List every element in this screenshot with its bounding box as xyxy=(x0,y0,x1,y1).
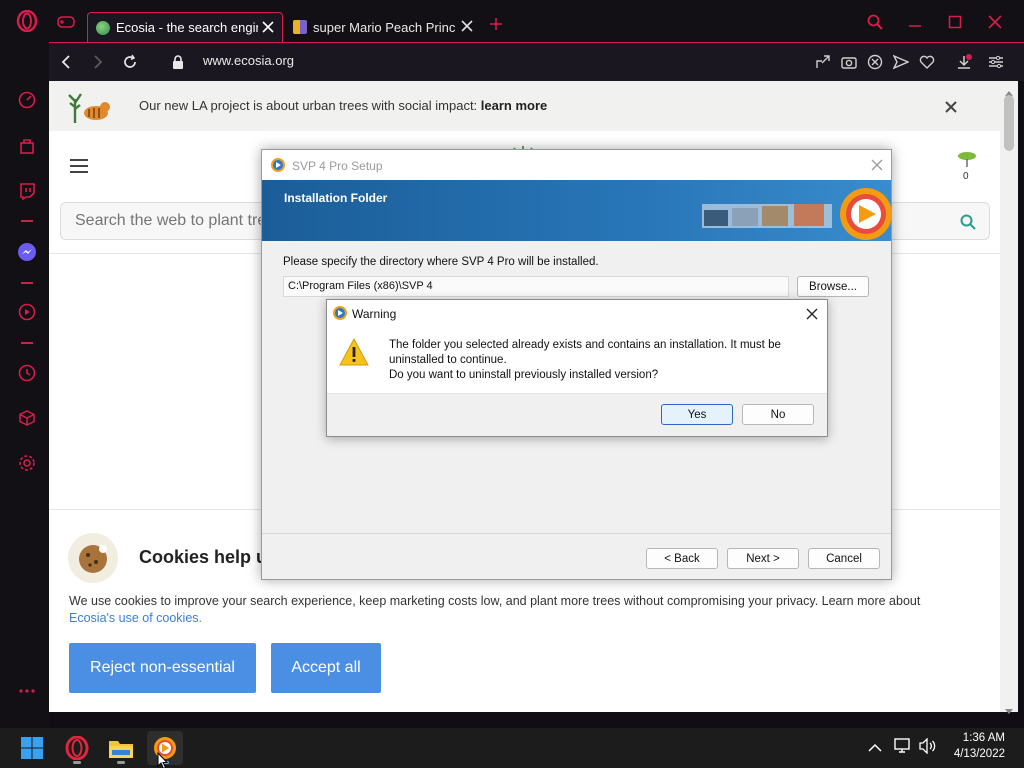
svp-app-icon xyxy=(270,157,286,178)
tree-counter-icon[interactable] xyxy=(957,151,977,172)
setup-footer-divider xyxy=(262,533,891,534)
setup-heading: Installation Folder xyxy=(284,191,388,205)
search-input[interactable] xyxy=(75,212,275,230)
forward-icon[interactable] xyxy=(89,53,107,71)
opera-sidebar xyxy=(0,0,49,728)
close-tab-icon[interactable] xyxy=(461,20,473,35)
scrollbar-thumb[interactable] xyxy=(1004,95,1014,151)
twitch-icon[interactable] xyxy=(16,180,38,202)
banner-text: Our new LA project is about urban trees … xyxy=(139,98,548,113)
taskbar-opera-icon[interactable] xyxy=(59,731,95,765)
extensions-cube-icon[interactable] xyxy=(16,407,38,429)
tab-title: super Mario Peach Princess xyxy=(313,19,455,35)
sidebar-separator xyxy=(21,220,33,222)
setup-title: SVP 4 Pro Setup xyxy=(292,159,383,173)
cookie-policy-link[interactable]: Ecosia's use of cookies. xyxy=(69,611,202,625)
heart-icon[interactable] xyxy=(918,53,936,71)
no-button[interactable]: No xyxy=(742,404,814,425)
cancel-button[interactable]: Cancel xyxy=(808,548,880,569)
yes-button[interactable]: Yes xyxy=(661,404,733,425)
camera-icon[interactable] xyxy=(840,53,858,71)
close-banner-icon[interactable] xyxy=(945,100,957,118)
back-icon[interactable] xyxy=(57,53,75,71)
desktop: Ecosia - the search engine that plants t… xyxy=(0,0,1024,768)
svp-banner-artwork xyxy=(702,188,892,245)
network-icon[interactable] xyxy=(894,738,912,759)
hamburger-menu-icon[interactable] xyxy=(70,159,88,178)
install-path-field[interactable] xyxy=(283,276,789,297)
setup-titlebar: SVP 4 Pro Setup xyxy=(262,150,891,180)
taskbar: 1:36 AM 4/13/2022 xyxy=(0,728,1024,768)
maximize-icon[interactable] xyxy=(945,12,965,32)
running-indicator xyxy=(117,761,125,764)
send-icon[interactable] xyxy=(892,53,910,71)
tiger-tree-illustration-icon xyxy=(67,89,113,128)
sidebar-separator xyxy=(21,342,33,344)
cookie-title: Cookies help us xyxy=(139,547,278,567)
cookie-icon xyxy=(68,533,118,583)
adblock-icon[interactable] xyxy=(866,53,884,71)
sidebar-separator xyxy=(21,282,33,284)
cookie-description: We use cookies to improve your search ex… xyxy=(69,594,921,625)
close-tab-icon[interactable] xyxy=(262,21,274,36)
warning-title: Warning xyxy=(352,307,397,321)
browse-button[interactable]: Browse... xyxy=(797,276,869,297)
tab-ecosia[interactable]: Ecosia - the search engine that plants t… xyxy=(87,12,283,42)
settings-gear-icon[interactable] xyxy=(16,452,38,474)
shopping-icon[interactable] xyxy=(16,135,38,157)
more-options-icon[interactable] xyxy=(16,680,38,702)
close-window-icon[interactable] xyxy=(985,12,1005,32)
show-hidden-icons-chevron-icon[interactable] xyxy=(868,740,882,758)
history-icon[interactable] xyxy=(16,362,38,384)
warning-button-bar: Yes No xyxy=(327,393,827,436)
running-indicator xyxy=(73,761,81,764)
download-icon[interactable] xyxy=(955,53,973,71)
setup-instruction: Please specify the directory where SVP 4… xyxy=(283,256,599,268)
reload-icon[interactable] xyxy=(121,53,139,71)
accept-all-button[interactable]: Accept all xyxy=(271,643,381,693)
new-tab-plus-icon[interactable] xyxy=(489,17,503,36)
workspaces-gamepad-icon[interactable] xyxy=(57,15,75,34)
reject-non-essential-button[interactable]: Reject non-essential xyxy=(69,643,256,693)
clock-time: 1:36 AM xyxy=(962,732,1005,744)
start-windows-icon[interactable] xyxy=(14,731,50,765)
messenger-icon[interactable] xyxy=(16,241,38,263)
taskbar-file-explorer-icon[interactable] xyxy=(103,731,139,765)
svp-app-icon xyxy=(332,305,348,326)
url-text[interactable]: www.ecosia.org xyxy=(203,53,294,68)
warning-message: The folder you selected already exists a… xyxy=(389,339,781,381)
setup-header-banner: Installation Folder xyxy=(262,180,892,241)
mouse-cursor-icon xyxy=(157,751,169,768)
tab-bar: Ecosia - the search engine that plants t… xyxy=(49,0,1024,42)
search-icon[interactable] xyxy=(960,214,976,235)
install-path-input[interactable] xyxy=(288,280,768,292)
setup-close-icon[interactable] xyxy=(871,158,883,176)
clock-date: 4/13/2022 xyxy=(953,748,1005,760)
speed-dial-icon[interactable] xyxy=(16,89,38,111)
tab-search-icon[interactable] xyxy=(865,12,885,32)
system-clock[interactable]: 1:36 AM 4/13/2022 xyxy=(954,730,1005,762)
back-button[interactable]: < Back xyxy=(646,548,718,569)
announcement-banner: Our new LA project is about urban trees … xyxy=(49,81,1000,131)
opera-logo-icon[interactable] xyxy=(16,10,38,32)
learn-more-link[interactable]: learn more xyxy=(481,98,547,113)
next-button[interactable]: Next > xyxy=(727,548,799,569)
volume-icon[interactable] xyxy=(919,737,937,759)
ecosia-favicon-icon xyxy=(96,20,110,35)
tab-mario[interactable]: super Mario Peach Princess xyxy=(285,12,481,42)
share-icon[interactable] xyxy=(814,53,832,71)
warning-triangle-icon xyxy=(339,337,369,371)
easy-setup-icon[interactable] xyxy=(987,53,1005,71)
warning-dialog: Warning The folder you selected already … xyxy=(326,299,828,437)
lock-icon xyxy=(169,53,187,71)
tab-title: Ecosia - the search engine that plants t… xyxy=(116,20,258,35)
minimize-icon[interactable] xyxy=(905,12,925,32)
address-bar: www.ecosia.org xyxy=(49,42,1024,81)
tree-count: 0 xyxy=(963,171,969,182)
scroll-down-arrow-icon[interactable] xyxy=(1005,702,1013,720)
page-scrollbar[interactable] xyxy=(1000,81,1018,714)
player-icon[interactable] xyxy=(16,301,38,323)
mario-favicon-icon xyxy=(293,20,307,34)
warning-close-icon[interactable] xyxy=(806,307,818,325)
